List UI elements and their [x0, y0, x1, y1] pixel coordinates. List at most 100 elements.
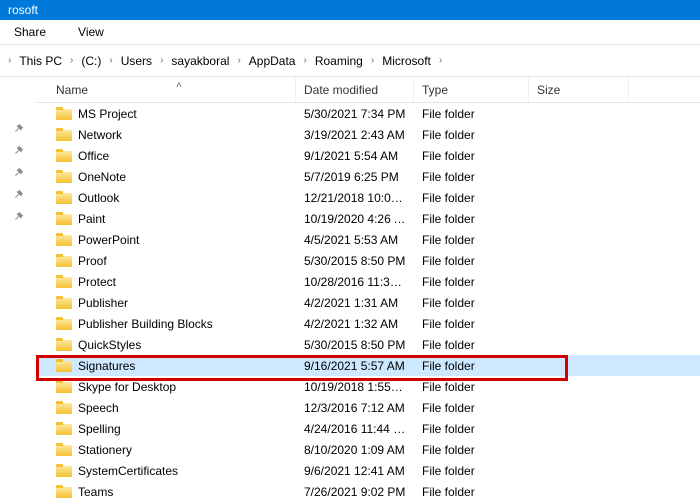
chevron-right-icon[interactable]: › — [158, 55, 165, 66]
file-name: MS Project — [78, 107, 137, 121]
table-row[interactable]: Publisher Building Blocks4/2/2021 1:32 A… — [36, 313, 700, 334]
cell-name: MS Project — [36, 107, 296, 121]
cell-name: Teams — [36, 485, 296, 499]
table-row[interactable]: Office9/1/2021 5:54 AMFile folder — [36, 145, 700, 166]
table-row[interactable]: QuickStyles 5/30/2015 8:50 PMFile folder — [36, 334, 700, 355]
table-row[interactable]: MS Project 5/30/2021 7:34 PMFile folder — [36, 103, 700, 124]
cell-name: Skype for Desktop — [36, 380, 296, 394]
cell-name: Network — [36, 128, 296, 142]
table-row[interactable]: Protect 10/28/2016 11:37 ...File folder — [36, 271, 700, 292]
cell-name: Proof — [36, 254, 296, 268]
breadcrumb-segment[interactable]: (C:) — [79, 52, 103, 70]
file-name: Signatures — [78, 359, 135, 373]
chevron-right-icon[interactable]: › — [235, 55, 242, 66]
file-name: Protect — [78, 275, 116, 289]
header-type[interactable]: Type — [414, 77, 529, 102]
folder-icon — [56, 359, 72, 372]
pin-icon[interactable] — [13, 189, 24, 203]
table-row[interactable]: Proof5/30/2015 8:50 PMFile folder — [36, 250, 700, 271]
file-name: Publisher Building Blocks — [78, 317, 213, 331]
cell-name: Publisher Building Blocks — [36, 317, 296, 331]
cell-type: File folder — [414, 149, 529, 163]
table-row[interactable]: SystemCertificates9/6/2021 12:41 AMFile … — [36, 460, 700, 481]
cell-name: Paint — [36, 212, 296, 226]
file-rows: MS Project5/30/2021 7:34 PMFile folderNe… — [36, 103, 700, 500]
cell-name: Stationery — [36, 443, 296, 457]
table-row[interactable]: Stationery8/10/2020 1:09 AMFile folder — [36, 439, 700, 460]
file-name: Network — [78, 128, 122, 142]
header-date[interactable]: Date modified — [296, 77, 414, 102]
chevron-right-icon[interactable]: › — [6, 55, 13, 66]
table-row[interactable]: Network 3/19/2021 2:43 AMFile folder — [36, 124, 700, 145]
file-list-pane: Name ˄ Date modified Type Size MS Projec… — [36, 77, 700, 500]
table-row[interactable]: OneNote5/7/2019 6:25 PMFile folder — [36, 166, 700, 187]
header-name[interactable]: Name ˄ — [36, 77, 296, 102]
cell-type: File folder — [414, 317, 529, 331]
header-size[interactable]: Size — [529, 77, 629, 102]
folder-icon — [56, 422, 72, 435]
cell-type: File folder — [414, 170, 529, 184]
cell-type: File folder — [414, 107, 529, 121]
pin-icon[interactable] — [13, 145, 24, 159]
table-row[interactable]: PowerPoint4/5/2021 5:53 AMFile folder — [36, 229, 700, 250]
header-name-label: Name — [56, 83, 88, 97]
address-bar[interactable]: ›This PC›(C:)›Users›sayakboral›AppData›R… — [0, 45, 700, 77]
chevron-right-icon[interactable]: › — [369, 55, 376, 66]
chevron-right-icon[interactable]: › — [301, 55, 308, 66]
breadcrumb-segment[interactable]: AppData — [247, 52, 298, 70]
cell-name: Spelling — [36, 422, 296, 436]
file-name: OneNote — [78, 170, 126, 184]
cell-type: File folder — [414, 422, 529, 436]
cell-date: 4/5/2021 5:53 AM — [296, 233, 414, 247]
file-name: Skype for Desktop — [78, 380, 176, 394]
title-bar: rosoft — [0, 0, 700, 20]
pin-icon[interactable] — [13, 167, 24, 181]
breadcrumb: ›This PC›(C:)›Users›sayakboral›AppData›R… — [6, 45, 444, 76]
chevron-right-icon[interactable]: › — [68, 55, 75, 66]
table-row[interactable]: Teams7/26/2021 9:02 PMFile folder — [36, 481, 700, 500]
cell-name: PowerPoint — [36, 233, 296, 247]
cell-date: 9/6/2021 12:41 AM — [296, 464, 414, 478]
table-row[interactable]: Publisher4/2/2021 1:31 AMFile folder — [36, 292, 700, 313]
cell-date: 4/2/2021 1:31 AM — [296, 296, 414, 310]
file-name: Outlook — [78, 191, 119, 205]
cell-date: 4/24/2016 11:44 PM — [296, 422, 414, 436]
header-type-label: Type — [422, 83, 448, 97]
cell-date: 5/30/2021 7:34 PM — [296, 107, 414, 121]
file-name: Stationery — [78, 443, 132, 457]
cell-date: 5/30/2015 8:50 PM — [296, 338, 414, 352]
file-name: QuickStyles — [78, 338, 141, 352]
table-row[interactable]: Skype for Desktop10/19/2018 1:55 PMFile … — [36, 376, 700, 397]
breadcrumb-segment[interactable]: This PC — [17, 52, 64, 70]
cell-date: 10/28/2016 11:37 ... — [296, 275, 414, 289]
file-name: Speech — [78, 401, 119, 415]
pin-icon[interactable] — [13, 123, 24, 137]
cell-type: File folder — [414, 380, 529, 394]
folder-icon — [56, 485, 72, 498]
table-row[interactable]: Speech12/3/2016 7:12 AMFile folder — [36, 397, 700, 418]
folder-icon — [56, 191, 72, 204]
cell-date: 3/19/2021 2:43 AM — [296, 128, 414, 142]
breadcrumb-segment[interactable]: Roaming — [313, 52, 365, 70]
menu-share[interactable]: Share — [14, 25, 46, 39]
breadcrumb-segment[interactable]: Users — [119, 52, 154, 70]
breadcrumb-segment[interactable]: Microsoft — [380, 52, 433, 70]
cell-name: Outlook — [36, 191, 296, 205]
chevron-right-icon[interactable]: › — [107, 55, 114, 66]
chevron-right-icon[interactable]: › — [437, 55, 444, 66]
cell-type: File folder — [414, 275, 529, 289]
header-size-label: Size — [537, 83, 560, 97]
table-row[interactable]: Outlook12/21/2018 10:08 ...File folder — [36, 187, 700, 208]
folder-icon — [56, 107, 72, 120]
cell-type: File folder — [414, 338, 529, 352]
cell-type: File folder — [414, 128, 529, 142]
table-row[interactable]: Paint10/19/2020 4:26 AMFile folder — [36, 208, 700, 229]
menu-view[interactable]: View — [78, 25, 104, 39]
table-row[interactable]: Spelling4/24/2016 11:44 PMFile folder — [36, 418, 700, 439]
breadcrumb-segment[interactable]: sayakboral — [169, 52, 231, 70]
folder-icon — [56, 170, 72, 183]
cell-date: 7/26/2021 9:02 PM — [296, 485, 414, 499]
cell-name: QuickStyles — [36, 338, 296, 352]
table-row[interactable]: Signatures9/16/2021 5:57 AMFile folder — [36, 355, 700, 376]
pin-icon[interactable] — [13, 211, 24, 225]
